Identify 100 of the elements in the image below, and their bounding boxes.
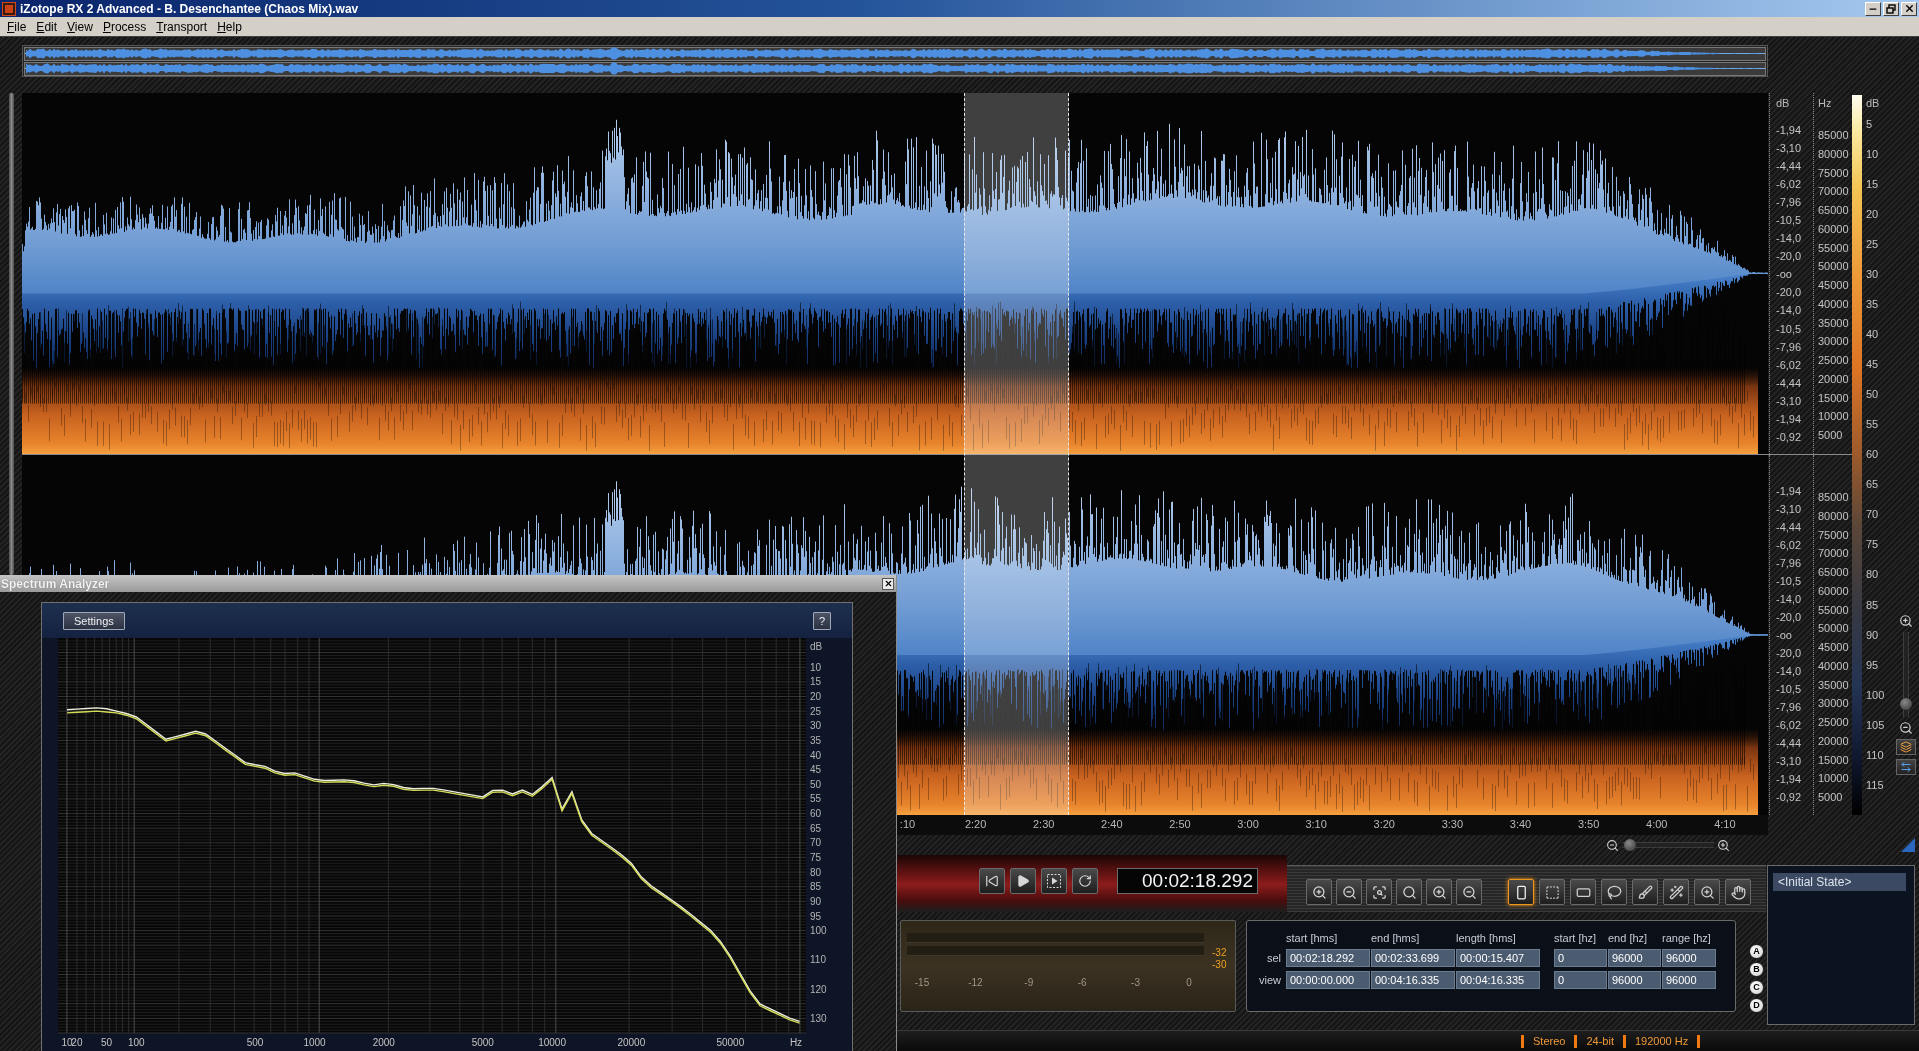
frequency-label: 60000 (1818, 222, 1850, 235)
menu-item[interactable]: Process (97, 18, 152, 35)
x-tick-label: 100 (127, 1037, 145, 1048)
vertical-scrollbar[interactable] (9, 93, 14, 575)
value-field[interactable]: 96000 (1608, 949, 1661, 967)
column-header: length [hms] (1456, 931, 1517, 945)
color-scale-label: 65 (1866, 478, 1880, 491)
menu-item[interactable]: Transport (151, 18, 213, 35)
zoom-in-icon (1899, 614, 1913, 628)
amplitude-label: -1,94 (1776, 412, 1803, 425)
time-label: 3:10 (1305, 818, 1327, 831)
axis-unit-label: dB (1866, 97, 1881, 110)
transport-button[interactable] (1041, 868, 1067, 894)
amplitude-label: -4,44 (1776, 737, 1803, 749)
restore-icon (1886, 3, 1896, 14)
circular-arrow-icon (1078, 874, 1092, 888)
frequency-label: 15000 (1818, 753, 1850, 766)
snapshot-button[interactable]: D (1749, 998, 1764, 1013)
zoom-slider[interactable] (1622, 839, 1714, 851)
triangle-icon (1899, 838, 1915, 852)
tool-button[interactable] (1570, 879, 1596, 905)
zoom-button[interactable] (1396, 879, 1422, 905)
left-right-arrows-icon (1900, 761, 1912, 773)
transport-button[interactable] (1010, 868, 1036, 894)
tool-button[interactable] (1632, 879, 1658, 905)
history-item[interactable]: <Initial State> (1773, 873, 1906, 891)
snapshot-button[interactable]: C (1749, 980, 1764, 995)
status-item: 192000 Hz (1622, 1034, 1701, 1048)
value-field[interactable]: 00:04:16.335 (1456, 971, 1540, 989)
view-button[interactable] (1896, 739, 1916, 755)
minimize-button[interactable] (1865, 1, 1881, 16)
settings-button[interactable]: Settings (63, 611, 125, 630)
zoom-slider[interactable] (1900, 632, 1912, 717)
tool-button[interactable] (1601, 879, 1627, 905)
y-tick-label: 40 (810, 749, 822, 761)
tool-button[interactable] (1725, 879, 1751, 905)
x-tick-label: 500 (246, 1037, 264, 1048)
value-field[interactable]: 00:00:00.000 (1286, 971, 1370, 989)
tool-button[interactable] (1694, 879, 1720, 905)
menu-item[interactable]: Edit (31, 18, 63, 35)
y-tick-label: 55 (810, 793, 822, 805)
zoom-button[interactable] (1306, 879, 1332, 905)
amplitude-label: -6,02 (1776, 178, 1803, 191)
x-tick-label: 20 (71, 1037, 83, 1048)
zoom-button[interactable] (1336, 879, 1362, 905)
transport-button[interactable] (1072, 868, 1098, 894)
frequency-label: 10000 (1818, 772, 1850, 785)
amplitude-label: -1,94 (1776, 485, 1803, 497)
restore-button[interactable] (1883, 1, 1899, 16)
color-scale-label: 30 (1866, 268, 1880, 281)
view-button[interactable] (1896, 759, 1916, 775)
status-item: 24-bit (1574, 1034, 1623, 1048)
value-field[interactable]: 0 (1554, 949, 1607, 967)
value-field[interactable]: 00:02:33.699 (1371, 949, 1455, 967)
zoom-button[interactable] (1426, 879, 1452, 905)
tool-button[interactable] (1663, 879, 1689, 905)
y-tick-label: 120 (810, 983, 827, 995)
menu-item[interactable]: File (2, 18, 32, 35)
transport-button[interactable] (979, 868, 1005, 894)
value-field[interactable]: 96000 (1608, 971, 1661, 989)
tool-button[interactable] (1508, 879, 1534, 905)
frequency-label: 20000 (1818, 372, 1850, 385)
magic-wand-icon (1668, 884, 1684, 900)
frequency-label: 70000 (1818, 547, 1850, 560)
help-button[interactable]: ? (813, 611, 831, 630)
scale-label: -12 (967, 977, 984, 989)
frequency-label: 75000 (1818, 166, 1850, 179)
frequency-label: 15000 (1818, 391, 1850, 404)
zoom-button[interactable] (1366, 879, 1392, 905)
selection-highlight[interactable] (963, 93, 1069, 815)
color-scale-label: 45 (1866, 358, 1880, 371)
value-field[interactable]: 96000 (1662, 949, 1716, 967)
value-field[interactable]: 00:02:18.292 (1286, 949, 1370, 967)
zoom-button[interactable] (1456, 879, 1482, 905)
amplitude-label: -14,0 (1776, 593, 1803, 605)
x-tick-label: 10000 (538, 1037, 566, 1048)
frequency-label: 85000 (1818, 129, 1850, 141)
value-field[interactable]: 00:04:16.335 (1371, 971, 1455, 989)
value-field[interactable]: 00:00:15.407 (1456, 949, 1540, 967)
lasso-icon (1606, 884, 1622, 900)
frequency-label: 20000 (1818, 734, 1850, 747)
menu-item[interactable]: View (62, 18, 98, 35)
value-field[interactable]: 0 (1554, 971, 1607, 989)
time-label: 3:40 (1509, 818, 1532, 831)
y-tick-label: 110 (810, 954, 826, 966)
y-tick-label: 80 (810, 866, 822, 878)
zoom-in-icon (1717, 838, 1730, 852)
snapshot-button[interactable]: A (1749, 944, 1764, 959)
amplitude-label: -14,0 (1776, 665, 1803, 677)
slider-thumb[interactable] (1624, 839, 1637, 851)
snapshot-button[interactable]: B (1749, 962, 1764, 977)
y-tick-label: 50 (810, 778, 822, 790)
amplitude-label: -10,5 (1776, 322, 1803, 335)
tool-button[interactable] (1539, 879, 1565, 905)
column-header: start [hz] (1554, 931, 1598, 945)
value-field[interactable]: 96000 (1662, 971, 1716, 989)
menu-item[interactable]: Help (212, 18, 247, 35)
frequency-label: 5000 (1818, 791, 1844, 803)
slider-thumb[interactable] (1900, 697, 1912, 710)
close-button[interactable] (882, 577, 894, 590)
